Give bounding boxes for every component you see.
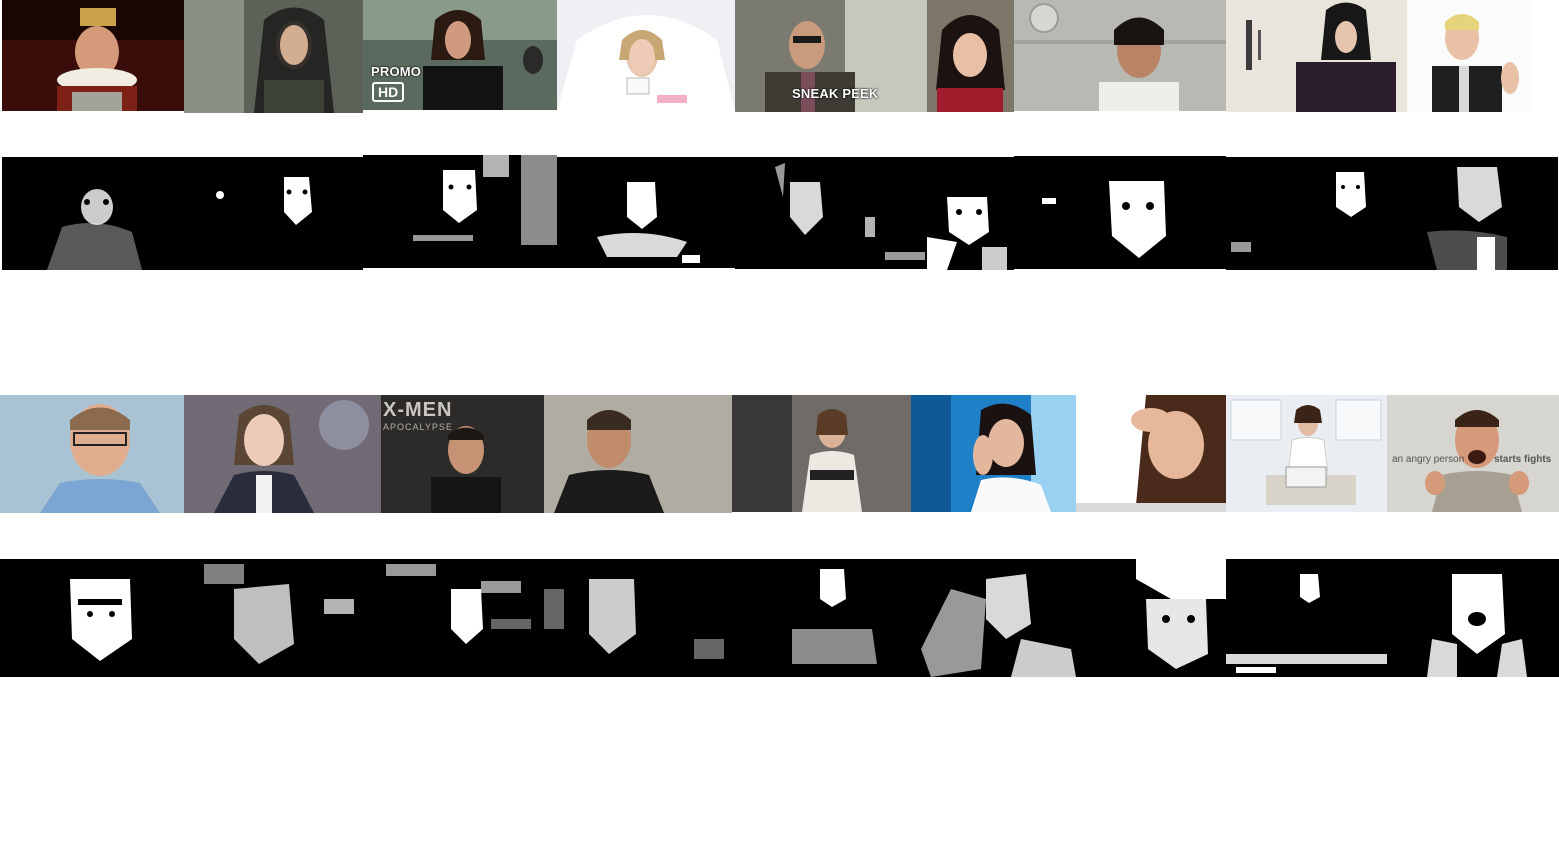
photo-1-1 (2, 0, 184, 111)
mask-1-3 (363, 155, 557, 268)
angry-caption-left: an angry person (1392, 454, 1465, 465)
sneak-peek-label: SNEAK PEEK (792, 86, 879, 101)
mask-2-8 (1226, 559, 1387, 677)
mask-2-1 (0, 559, 184, 677)
photo-1-9 (1407, 0, 1532, 112)
mask-2-9 (1387, 559, 1559, 677)
photo-2-4 (544, 395, 732, 513)
hd-badge: HD (372, 82, 405, 102)
photo-1-4 (557, 0, 735, 111)
xmen-subtitle: APOCALYPSE (383, 422, 453, 432)
angry-caption-right: starts fights (1494, 454, 1552, 465)
mask-2-5 (732, 559, 911, 677)
photo-2-1 (0, 395, 184, 513)
photo-1-5: SNEAK PEEK (735, 0, 927, 112)
photo-1-3: PROMO HD (363, 0, 557, 110)
photo-2-8 (1226, 395, 1387, 512)
mask-1-7 (1014, 156, 1226, 269)
mask-2-2 (184, 559, 381, 677)
mask-2-4 (544, 559, 732, 677)
photo-1-2 (184, 0, 363, 113)
photo-1-6 (927, 0, 1014, 112)
photo-1-7 (1014, 0, 1226, 111)
mask-1-6 (927, 157, 1014, 270)
mask-2-6 (911, 559, 1076, 677)
mask-1-1 (2, 157, 184, 270)
mask-1-2 (184, 157, 363, 270)
mask-1-9 (1407, 157, 1558, 270)
xmen-title: X-MEN (383, 399, 453, 421)
photo-2-6 (911, 395, 1076, 512)
photo-2-3: X-MEN APOCALYPSE (381, 395, 544, 513)
photo-1-8 (1226, 0, 1407, 112)
mask-1-5 (735, 157, 927, 269)
mask-1-4 (557, 157, 735, 268)
photo-2-2 (184, 395, 381, 513)
photo-2-5 (732, 395, 911, 512)
photo-2-9: an angry person starts fights (1387, 395, 1559, 512)
photo-2-7 (1076, 395, 1226, 512)
mask-2-7 (1076, 559, 1226, 677)
mask-1-8 (1226, 157, 1407, 270)
mask-2-3 (381, 559, 544, 677)
promo-label: PROMO (371, 64, 422, 79)
